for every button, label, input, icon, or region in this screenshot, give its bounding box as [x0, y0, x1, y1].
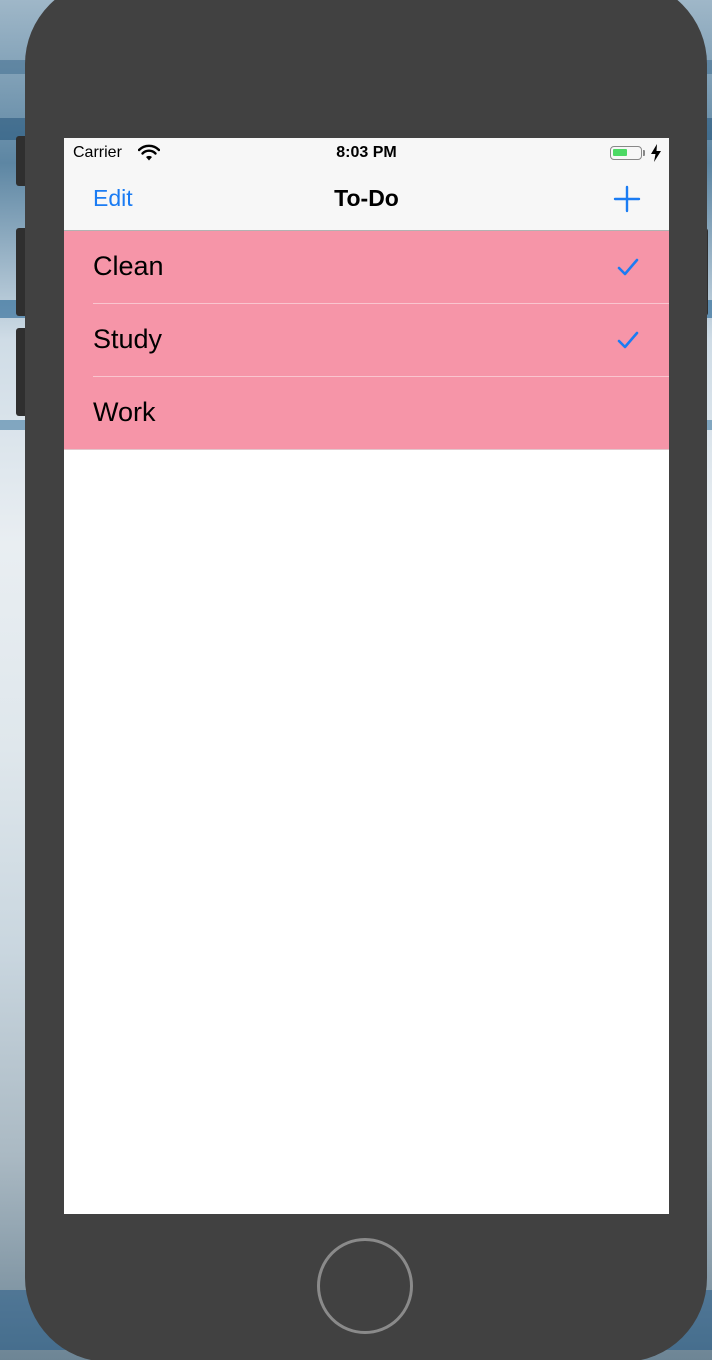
app-screen: Carrier 8:03 PM Edit To-Do Clean Study W… [64, 138, 669, 1214]
plus-icon[interactable] [612, 184, 642, 214]
battery-icon [610, 146, 642, 160]
checkmark-icon [617, 331, 639, 349]
list-item-label: Study [93, 324, 163, 354]
battery-cap [643, 150, 645, 156]
status-time: 8:03 PM [336, 144, 397, 161]
home-button[interactable] [317, 1238, 413, 1334]
list-item[interactable]: Work [64, 377, 669, 450]
page-title: To-Do [334, 185, 399, 211]
status-bar: Carrier 8:03 PM [64, 138, 669, 168]
todo-list: Clean Study Work [64, 231, 669, 450]
list-item[interactable]: Clean [64, 231, 669, 304]
list-item[interactable]: Study [64, 304, 669, 377]
list-item-label: Clean [93, 251, 164, 281]
charging-bolt-icon [651, 144, 661, 162]
checkmark-icon [617, 258, 639, 276]
list-item-label: Work [93, 397, 156, 427]
row-separator [64, 449, 669, 450]
navigation-bar: Edit To-Do [64, 168, 669, 231]
battery-level-fill [613, 149, 627, 156]
